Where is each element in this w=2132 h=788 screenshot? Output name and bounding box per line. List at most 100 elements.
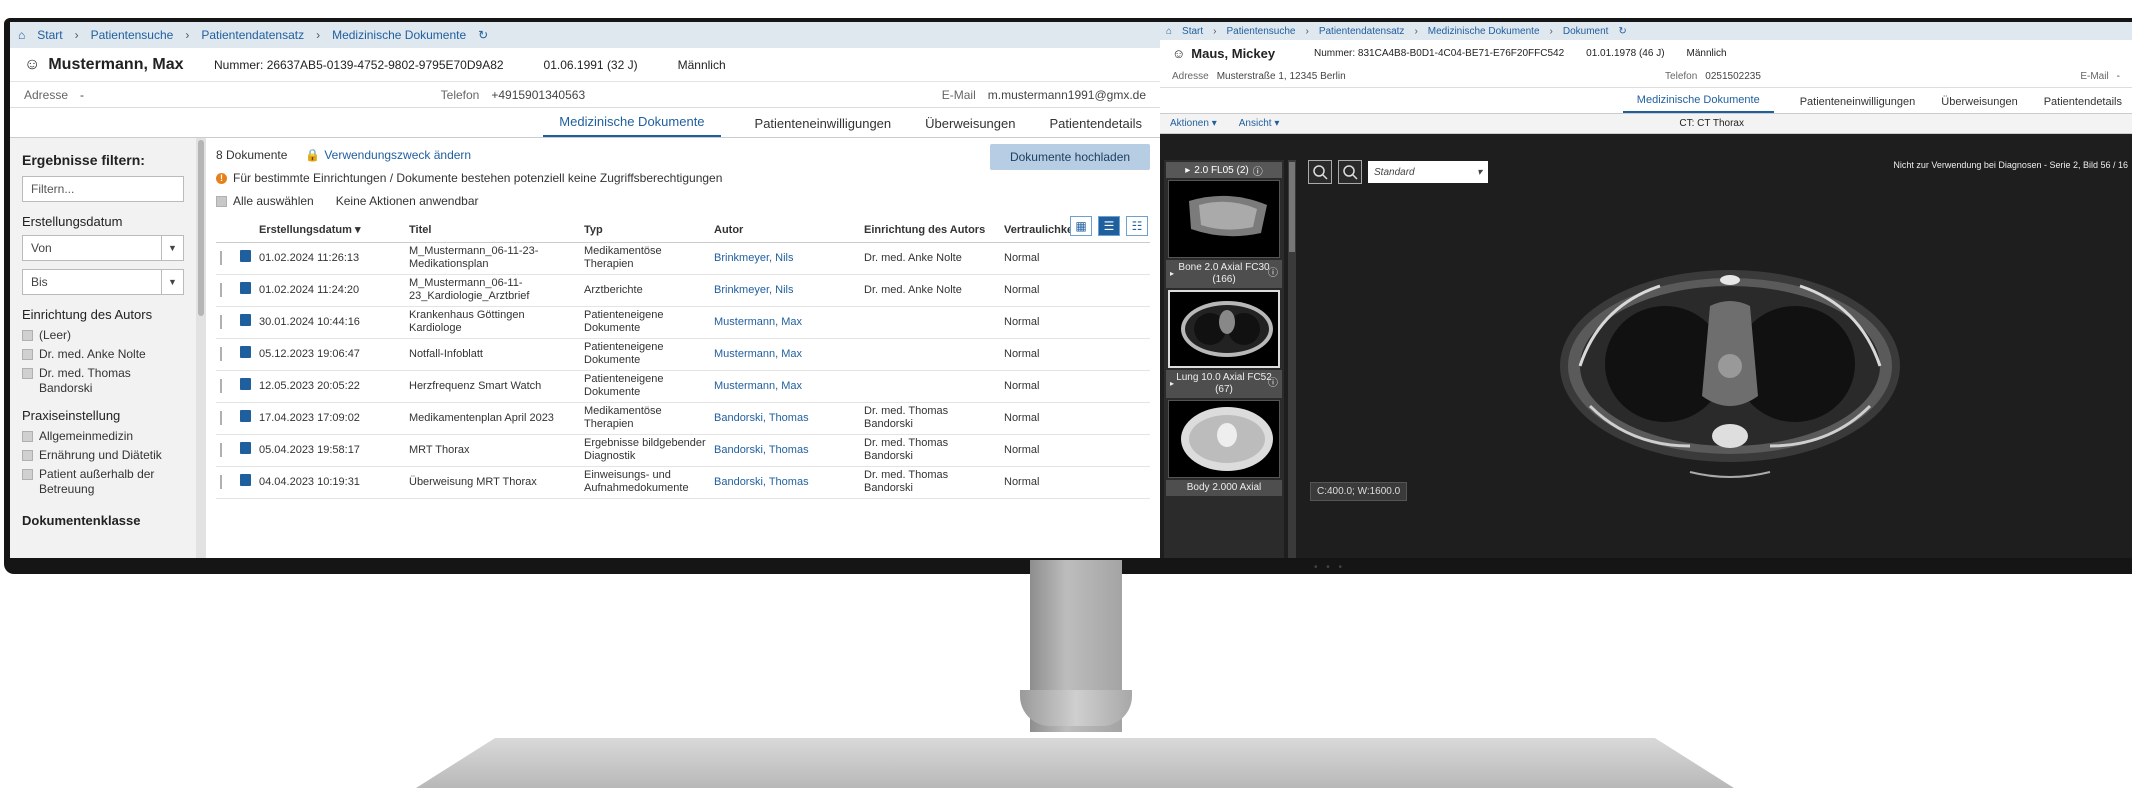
breadcrumb-document[interactable]: Dokument	[1563, 26, 1609, 37]
dicom-viewer[interactable]: ▸ 2.0 FL05 (2) ⓘ ▸ Bone 2.0 Axial FC30 (166…	[1160, 156, 2132, 558]
play-icon[interactable]: ▸	[1170, 268, 1174, 280]
table-row[interactable]: 05.12.2023 19:06:47 Notfall-Infoblatt Pati…	[216, 338, 1150, 371]
tab-bar-right: Medizinische Dokumente Patienteneinwilli…	[1160, 88, 2132, 114]
refresh-icon[interactable]: ↻	[1618, 26, 1626, 37]
checkbox[interactable]	[22, 330, 33, 341]
table-row[interactable]: 05.04.2023 19:58:17 MRT Thorax Ergebnisse …	[216, 434, 1150, 467]
ct-thorax-image[interactable]	[1540, 246, 1920, 491]
breadcrumb-patient-search[interactable]: Patientensuche	[91, 28, 174, 42]
play-icon[interactable]: ▸	[1185, 165, 1190, 176]
cell-author[interactable]: Brinkmeyer, Nils	[710, 274, 860, 307]
cell-author[interactable]: Mustermann, Max	[710, 306, 860, 339]
cell-author[interactable]: Bandorski, Thomas	[710, 402, 860, 435]
tab-referrals[interactable]: Überweisungen	[1941, 96, 2017, 113]
cell-author[interactable]: Bandorski, Thomas	[710, 434, 860, 467]
filter-search-input[interactable]: Filtern...	[22, 176, 184, 202]
tab-medical-documents[interactable]: Medizinische Dokumente	[1622, 94, 1774, 113]
checkbox[interactable]	[22, 431, 33, 442]
date-to-select[interactable]: Bis ▼	[22, 269, 184, 295]
tab-consents[interactable]: Patienteneinwilligungen	[755, 116, 892, 137]
checkbox[interactable]	[22, 349, 33, 360]
column-type[interactable]: Typ	[580, 218, 710, 243]
gallery-view-icon[interactable]: ▦	[1070, 216, 1092, 236]
info-icon[interactable]: ⓘ	[1268, 268, 1278, 280]
filter-option[interactable]: (Leer)	[22, 328, 184, 343]
checkbox[interactable]	[22, 469, 33, 480]
date-from-select[interactable]: Von ▼	[22, 235, 184, 261]
breadcrumb-medical-documents[interactable]: Medizinische Dokumente	[1428, 26, 1540, 37]
select-all[interactable]: Alle auswählen	[216, 194, 314, 208]
info-icon[interactable]: ⓘ	[1268, 378, 1278, 390]
row-checkbox[interactable]	[220, 410, 222, 425]
series-thumbnail[interactable]	[1168, 180, 1280, 258]
table-row[interactable]: 12.05.2023 20:05:22 Herzfrequenz Smart Wa…	[216, 370, 1150, 403]
series-header[interactable]: ▸ 2.0 FL05 (2) ⓘ	[1166, 162, 1282, 178]
table-row[interactable]: 17.04.2023 17:09:02 Medikamentenplan Apri…	[216, 402, 1150, 435]
filter-option[interactable]: Dr. med. Thomas Bandorski	[22, 366, 184, 396]
filter-option[interactable]: Patient außerhalb der Betreuung	[22, 467, 184, 497]
row-checkbox[interactable]	[220, 314, 222, 329]
refresh-icon[interactable]: ↻	[478, 28, 488, 42]
tab-patient-details[interactable]: Patientendetails	[2044, 96, 2122, 113]
row-checkbox[interactable]	[220, 378, 222, 393]
tab-consents[interactable]: Patienteneinwilligungen	[1800, 96, 1916, 113]
view-menu[interactable]: Ansicht ▾	[1239, 118, 1280, 129]
sort-desc-icon[interactable]: ▾	[355, 224, 361, 236]
column-created[interactable]: Erstellungsdatum	[259, 224, 352, 236]
cell-author[interactable]: Mustermann, Max	[710, 370, 860, 403]
table-row[interactable]: 01.02.2024 11:26:13 M_Mustermann_06-11-23…	[216, 242, 1150, 275]
row-checkbox[interactable]	[220, 250, 222, 265]
series-label[interactable]: Body 2.000 Axial	[1166, 480, 1282, 496]
breadcrumb-medical-documents[interactable]: Medizinische Dokumente	[332, 28, 466, 42]
filter-scrollbar[interactable]	[196, 138, 206, 558]
cell-author[interactable]: Brinkmeyer, Nils	[710, 242, 860, 275]
column-title[interactable]: Titel	[405, 218, 580, 243]
cell-author[interactable]: Bandorski, Thomas	[710, 466, 860, 499]
cell-author[interactable]: Mustermann, Max	[710, 338, 860, 371]
breadcrumb-start[interactable]: Start	[1182, 26, 1203, 37]
cell-title: Überweisung MRT Thorax	[405, 466, 580, 499]
row-checkbox[interactable]	[220, 346, 222, 361]
tab-medical-documents[interactable]: Medizinische Dokumente	[543, 114, 721, 137]
window-preset-select[interactable]: Standard ▾	[1368, 161, 1488, 183]
column-author[interactable]: Autor	[710, 218, 860, 243]
play-icon[interactable]: ▸	[1170, 378, 1174, 390]
table-row[interactable]: 30.01.2024 10:44:16 Krankenhaus Göttingen…	[216, 306, 1150, 339]
series-thumbnail[interactable]	[1168, 400, 1280, 478]
row-checkbox[interactable]	[220, 282, 222, 297]
filter-option[interactable]: Ernährung und Diätetik	[22, 448, 184, 463]
breadcrumb-patient-record[interactable]: Patientendatensatz	[1319, 26, 1405, 37]
zoom-icon[interactable]	[1308, 160, 1332, 184]
filter-option[interactable]: Dr. med. Anke Nolte	[22, 347, 184, 362]
actions-menu[interactable]: Aktionen ▾	[1170, 118, 1217, 129]
chevron-right-icon: ›	[1305, 25, 1309, 37]
breadcrumb-patient-record[interactable]: Patientendatensatz	[201, 28, 304, 42]
tab-referrals[interactable]: Überweisungen	[925, 116, 1015, 137]
monitor-stand-joint	[1020, 690, 1132, 726]
column-facility[interactable]: Einrichtung des Autors	[860, 218, 1000, 243]
chevron-right-icon: ›	[1213, 25, 1217, 37]
series-scrollbar[interactable]	[1288, 160, 1296, 558]
series-label[interactable]: ▸ Lung 10.0 Axial FC52 (67) ⓘ	[1166, 370, 1282, 398]
checkbox[interactable]	[22, 368, 33, 379]
series-thumbnail-selected[interactable]	[1168, 290, 1280, 368]
table-row[interactable]: 04.04.2023 10:19:31 Überweisung MRT Thora…	[216, 466, 1150, 499]
list-view-icon[interactable]: ☰	[1098, 216, 1120, 236]
row-checkbox[interactable]	[220, 474, 222, 489]
detail-view-icon[interactable]: ☷	[1126, 216, 1148, 236]
checkbox[interactable]	[216, 195, 227, 207]
purpose-link[interactable]: 🔒 Verwendungszweck ändern	[305, 148, 471, 162]
series-label[interactable]: ▸ Bone 2.0 Axial FC30 (166) ⓘ	[1166, 260, 1282, 288]
filter-option[interactable]: Allgemeinmedizin	[22, 429, 184, 444]
row-checkbox[interactable]	[220, 442, 222, 457]
magnifier-icon[interactable]	[1338, 160, 1362, 184]
home-icon[interactable]: ⌂	[1166, 26, 1172, 37]
info-icon[interactable]: ⓘ	[1253, 163, 1263, 178]
breadcrumb-patient-search[interactable]: Patientensuche	[1227, 26, 1296, 37]
tab-patient-details[interactable]: Patientendetails	[1049, 116, 1142, 137]
table-row[interactable]: 01.02.2024 11:24:20 M_Mustermann_06-11-23…	[216, 274, 1150, 307]
breadcrumb-start[interactable]: Start	[37, 28, 62, 42]
upload-documents-button[interactable]: Dokumente hochladen	[990, 144, 1150, 170]
home-icon[interactable]: ⌂	[18, 28, 25, 42]
checkbox[interactable]	[22, 450, 33, 461]
